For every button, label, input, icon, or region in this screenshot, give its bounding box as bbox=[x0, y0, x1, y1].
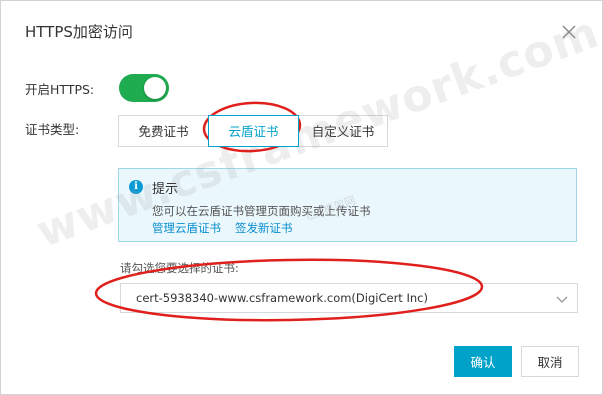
tab-cloudshield-cert[interactable]: 云盾证书 bbox=[208, 115, 299, 147]
annotation-layer bbox=[94, 101, 484, 322]
annotation-circle-select bbox=[94, 258, 484, 322]
